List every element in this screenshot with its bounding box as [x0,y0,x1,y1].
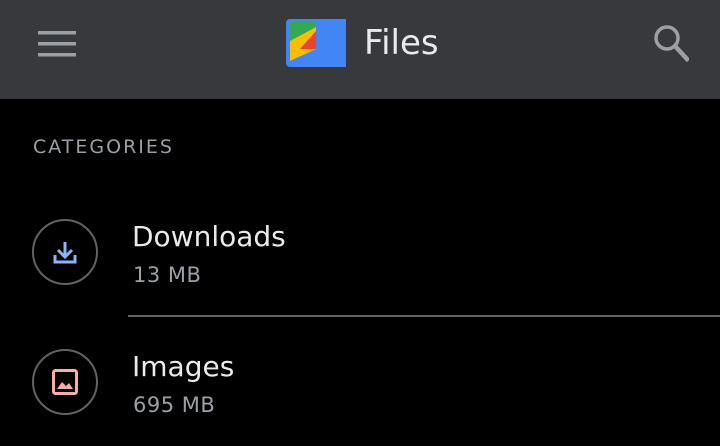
search-icon [654,25,689,62]
category-size: 13 MB [133,263,202,287]
files-app-logo-icon [286,19,346,67]
category-item-downloads[interactable]: Downloads 13 MB [0,192,720,316]
category-title: Images [132,350,235,383]
menu-button[interactable] [24,20,88,66]
category-title: Downloads [132,220,286,253]
app-title: Files [364,23,439,63]
app-bar: Files [0,0,720,99]
search-button[interactable] [644,16,698,70]
images-icon-circle [32,349,98,415]
divider [128,315,720,317]
category-item-images[interactable]: Images 695 MB [0,322,720,446]
image-icon [52,369,78,395]
category-size: 695 MB [133,393,216,417]
download-icon [53,242,77,264]
categories-header: CATEGORIES [33,136,174,158]
downloads-icon-circle [32,219,98,285]
hamburger-menu-icon [38,31,76,57]
